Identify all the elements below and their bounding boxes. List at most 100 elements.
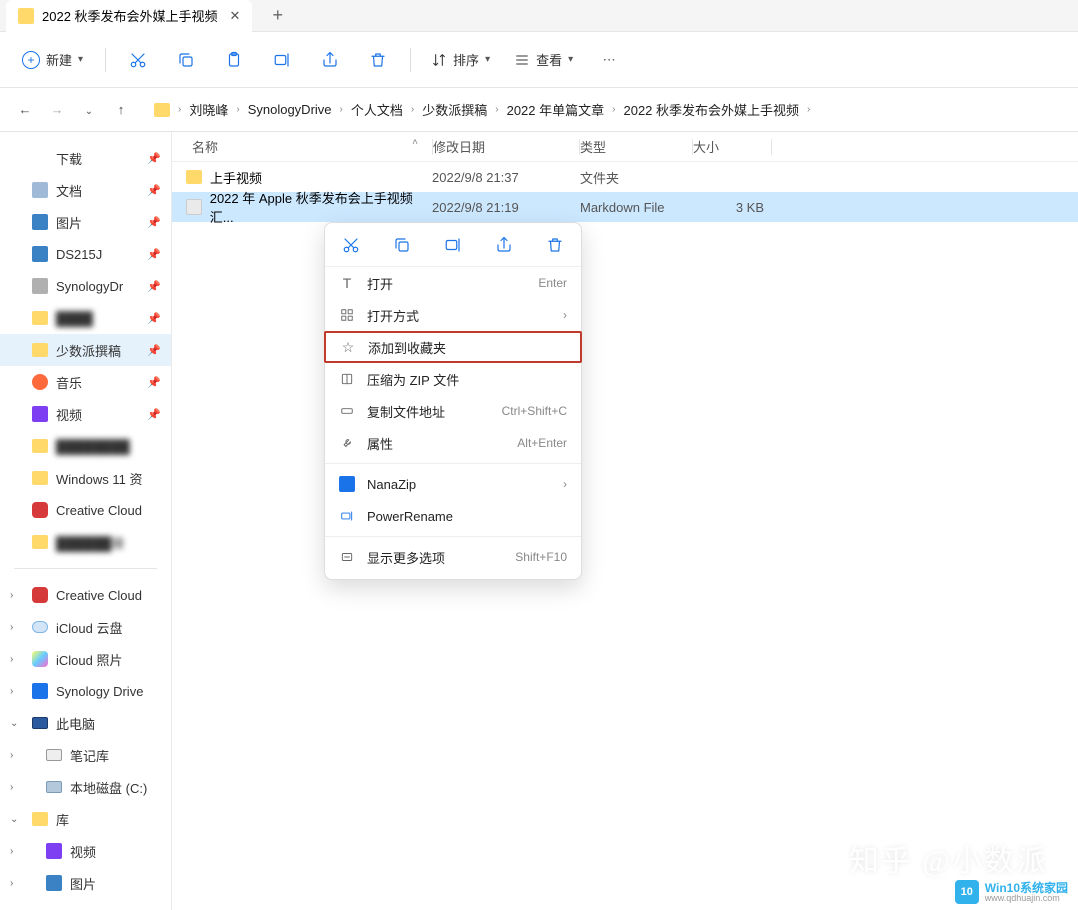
sidebar-item[interactable]: 音乐📌 (0, 366, 171, 398)
column-header-row: 名称˄ 修改日期 类型 大小 (172, 132, 1078, 162)
column-size[interactable]: 大小 (693, 137, 771, 156)
forward-button[interactable]: → (46, 102, 68, 117)
chevron-right-icon: › (563, 477, 567, 491)
chevron-down-icon[interactable]: ⌄ (10, 718, 18, 729)
sidebar-item[interactable]: Creative Cloud (0, 494, 171, 526)
new-tab-button[interactable]: + (272, 5, 283, 26)
active-tab[interactable]: 2022 秋季发布会外媒上手视频 ✕ (6, 0, 252, 32)
chevron-right-icon[interactable]: › (10, 686, 13, 697)
ctx-open-with[interactable]: 打开方式 › (325, 299, 581, 331)
breadcrumb-item[interactable]: 少数派撰稿 (422, 100, 487, 119)
text-icon: T (339, 275, 355, 291)
icloudp-icon (32, 651, 48, 667)
sidebar-item[interactable]: ›Creative Cloud (0, 579, 171, 611)
column-date[interactable]: 修改日期 (433, 137, 579, 156)
ctx-properties[interactable]: 属性 Alt+Enter (325, 427, 581, 459)
ctx-copy-path[interactable]: 复制文件地址 Ctrl+Shift+C (325, 395, 581, 427)
chevron-right-icon[interactable]: › (10, 750, 13, 761)
pin-icon: 📌 (147, 376, 161, 389)
chevron-down-icon[interactable]: ⌄ (10, 814, 18, 825)
sidebar-item[interactable]: ████████ (0, 430, 171, 462)
sidebar-item-label: 少数派撰稿 (56, 341, 121, 360)
sidebar-item[interactable]: 视频📌 (0, 398, 171, 430)
chevron-right-icon[interactable]: › (10, 622, 13, 633)
syn-icon (32, 278, 48, 294)
ctx-show-more[interactable]: 显示更多选项 Shift+F10 (325, 541, 581, 573)
sidebar-item[interactable]: 文档📌 (0, 174, 171, 206)
ctx-nanazip[interactable]: NanaZip › (325, 468, 581, 500)
sidebar-item[interactable]: DS215J📌 (0, 238, 171, 270)
folder-icon (32, 311, 48, 325)
pin-icon: 📌 (147, 216, 161, 229)
sidebar-item[interactable]: ›图片 (0, 867, 171, 899)
sidebar-item-label: iCloud 云盘 (56, 618, 122, 637)
view-label: 查看 (536, 50, 562, 69)
lib-icon (32, 812, 48, 826)
chevron-down-icon: ▾ (78, 54, 83, 65)
rename-icon[interactable] (443, 235, 463, 255)
new-button[interactable]: + 新建 ▾ (12, 44, 93, 75)
chevron-right-icon[interactable]: › (10, 782, 13, 793)
up-button[interactable]: ↑ (110, 102, 132, 117)
ctx-add-to-favorites[interactable]: ☆ 添加到收藏夹 (324, 331, 582, 363)
back-button[interactable]: ← (14, 102, 36, 117)
sort-button[interactable]: 排序 ▾ (423, 44, 498, 75)
sidebar-item[interactable]: ⌄此电脑 (0, 707, 171, 739)
folder-icon (18, 8, 34, 24)
breadcrumb-item[interactable]: 个人文档 (351, 100, 403, 119)
share-button[interactable] (310, 42, 350, 78)
apps-icon (339, 307, 355, 323)
path-icon (339, 403, 355, 419)
sidebar-item[interactable]: ›Synology Drive (0, 675, 171, 707)
dl-icon (32, 150, 48, 166)
sidebar-item-label: ████████ (56, 439, 130, 454)
delete-icon[interactable] (545, 235, 565, 255)
chevron-right-icon[interactable]: › (10, 878, 13, 889)
chevron-right-icon[interactable]: › (10, 590, 13, 601)
sidebar-item[interactable]: ›视频 (0, 835, 171, 867)
sidebar-item[interactable]: ›本地磁盘 (C:) (0, 771, 171, 803)
sidebar-item[interactable]: ›笔记库 (0, 739, 171, 771)
context-menu-toolbar (325, 223, 581, 267)
ctx-powerrename[interactable]: PowerRename (325, 500, 581, 532)
sidebar-item[interactable]: 下载📌 (0, 142, 171, 174)
sidebar-item[interactable]: ████📌 (0, 302, 171, 334)
ctx-open[interactable]: T 打开 Enter (325, 267, 581, 299)
copy-button[interactable] (166, 42, 206, 78)
pin-icon: 📌 (147, 184, 161, 197)
breadcrumb-item[interactable]: 刘晓峰 (189, 100, 228, 119)
sidebar-item[interactable]: ⌄库 (0, 803, 171, 835)
column-type[interactable]: 类型 (580, 137, 692, 156)
close-icon[interactable]: ✕ (230, 8, 241, 24)
breadcrumb-item[interactable]: SynologyDrive (248, 102, 332, 117)
cut-icon[interactable] (341, 235, 361, 255)
recent-dropdown[interactable]: ⌄ (78, 102, 100, 117)
sidebar-item[interactable]: SynologyDr📌 (0, 270, 171, 302)
more-button[interactable]: ⋯ (589, 42, 629, 78)
breadcrumb-item[interactable]: 2022 秋季发布会外媒上手视频 (623, 100, 799, 119)
rename-button[interactable] (262, 42, 302, 78)
column-name[interactable]: 名称˄ (172, 137, 432, 156)
sidebar-item-label: SynologyDr (56, 279, 123, 294)
sidebar-item[interactable]: ›iCloud 照片 (0, 643, 171, 675)
ctx-compress-zip[interactable]: 压缩为 ZIP 文件 (325, 363, 581, 395)
breadcrumb-item[interactable]: 2022 年单篇文章 (507, 100, 605, 119)
cut-button[interactable] (118, 42, 158, 78)
view-button[interactable]: 查看 ▾ (506, 44, 581, 75)
sidebar-item[interactable]: Windows 11 资 (0, 462, 171, 494)
paste-button[interactable] (214, 42, 254, 78)
folder-icon (32, 535, 48, 549)
sidebar-item[interactable]: ██████接 (0, 526, 171, 558)
sidebar-item[interactable]: 图片📌 (0, 206, 171, 238)
hdd-icon (46, 781, 62, 793)
table-row[interactable]: 2022 年 Apple 秋季发布会上手视频汇...2022/9/8 21:19… (172, 192, 1078, 222)
sidebar-item[interactable]: › iCloud 云盘 (0, 611, 171, 643)
delete-button[interactable] (358, 42, 398, 78)
copy-icon[interactable] (392, 235, 412, 255)
sidebar-item[interactable]: 少数派撰稿📌 (0, 334, 171, 366)
share-icon[interactable] (494, 235, 514, 255)
shortcut: Shift+F10 (515, 550, 567, 564)
chevron-right-icon[interactable]: › (10, 846, 13, 857)
context-menu: T 打开 Enter 打开方式 › ☆ 添加到收藏夹 压缩为 ZIP 文件 复制… (324, 222, 582, 580)
chevron-right-icon[interactable]: › (10, 654, 13, 665)
